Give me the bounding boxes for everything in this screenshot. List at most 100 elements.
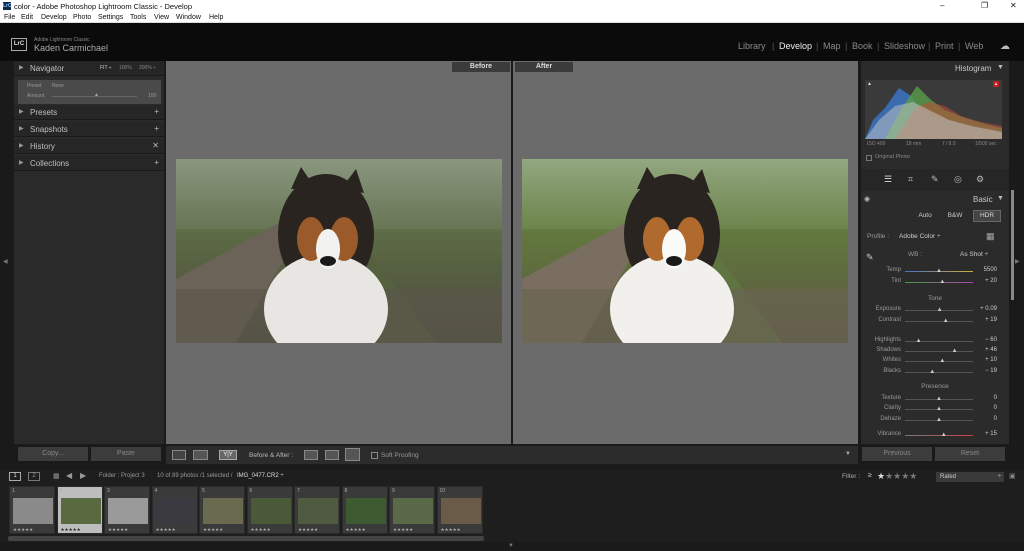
menu-window[interactable]: Window (176, 14, 201, 21)
menu-develop[interactable]: Develop (41, 14, 67, 21)
slider-thumb[interactable]: ▲ (936, 396, 942, 402)
filmstrip-thumbnail[interactable]: 8 ★★★★★ (341, 486, 388, 534)
hdr-button[interactable]: HDR (973, 210, 1001, 222)
slider-value[interactable]: + 20 (985, 278, 997, 284)
grid-view-icon[interactable]: ▦ (53, 472, 60, 480)
right-panel-toggle-icon[interactable]: ▶ (1015, 258, 1020, 265)
forward-arrow-icon[interactable]: ▶ (80, 471, 86, 480)
collections-header[interactable]: ▶ Collections + (14, 156, 164, 171)
add-snapshot-icon[interactable]: + (154, 124, 159, 133)
slider-value[interactable]: + 46 (985, 347, 997, 353)
before-after-mode[interactable]: Y|Y (219, 450, 237, 460)
module-map[interactable]: Map (823, 41, 841, 51)
back-arrow-icon[interactable]: ◀ (66, 471, 72, 480)
maximize-button[interactable]: ❐ (981, 1, 988, 10)
copy-before-to-after-icon[interactable] (304, 450, 318, 460)
zoom-200[interactable]: 200% ÷ (139, 65, 156, 71)
zoom-100[interactable]: 100% (119, 65, 132, 71)
history-header[interactable]: ▶ History ✕ (14, 139, 164, 154)
previous-button[interactable]: Previous (862, 447, 932, 461)
edit-sliders-icon[interactable]: ☰ (884, 174, 892, 185)
filmstrip-thumbnail[interactable]: 7 ★★★★★ (294, 486, 340, 534)
before-after-icon[interactable] (193, 450, 208, 460)
original-photo-checkbox[interactable] (866, 155, 872, 161)
menu-help[interactable]: Help (209, 14, 223, 21)
page-1-button[interactable]: 1 (9, 472, 21, 481)
wb-eyedropper-icon[interactable]: ✎ (866, 252, 874, 263)
copy-after-to-before-icon[interactable] (325, 450, 339, 460)
wb-select[interactable]: As Shot ÷ (960, 251, 988, 258)
selected-filename[interactable]: IMG_0477.CR2 ÷ (237, 473, 284, 479)
auto-button[interactable]: Auto (911, 210, 939, 222)
reset-button[interactable]: Reset (935, 447, 1005, 461)
module-slideshow[interactable]: Slideshow (884, 41, 925, 51)
filmstrip-thumbnail[interactable]: 2 ★★★★★ (56, 486, 103, 534)
slider-value[interactable]: − 60 (985, 337, 997, 343)
slider-value[interactable]: 0 (994, 405, 997, 411)
page-2-button[interactable]: 2 (28, 472, 40, 481)
crop-icon[interactable]: ⌗ (908, 174, 913, 185)
filmstrip-scrollbar[interactable] (8, 536, 484, 541)
menu-view[interactable]: View (154, 14, 169, 21)
panel-switch-icon[interactable]: ◉ (864, 195, 870, 203)
add-collection-icon[interactable]: + (154, 158, 159, 167)
module-print[interactable]: Print (935, 41, 954, 51)
slider-value[interactable]: + 19 (985, 317, 997, 323)
presets-header[interactable]: ▶ Presets + (14, 105, 164, 120)
left-panel-toggle-icon[interactable]: ◀ (3, 258, 8, 265)
copy-button[interactable]: Copy... (18, 447, 88, 461)
filter-lock-icon[interactable]: ▣ (1009, 472, 1016, 480)
slider-value[interactable]: − 19 (985, 368, 997, 374)
red-eye-icon[interactable]: ◎ (954, 174, 962, 185)
cloud-icon[interactable]: ☁ (1000, 41, 1010, 52)
slider-thumb[interactable]: ▲ (916, 338, 922, 344)
histogram-collapse-icon[interactable]: ▼ (997, 64, 1004, 71)
basic-collapse-icon[interactable]: ▼ (997, 195, 1004, 202)
slider-thumb[interactable]: ▲ (929, 369, 935, 375)
slider-value[interactable]: + 15 (985, 431, 997, 437)
slider-thumb[interactable]: ▲ (939, 358, 945, 364)
slider-thumb[interactable]: ▲ (939, 279, 945, 285)
slider-thumb[interactable]: ▲ (937, 307, 943, 313)
snapshots-header[interactable]: ▶ Snapshots + (14, 122, 164, 137)
slider-track[interactable] (905, 351, 973, 352)
slider-value[interactable]: 0 (994, 395, 997, 401)
paste-button[interactable]: Paste (91, 447, 161, 461)
menu-file[interactable]: File (4, 14, 15, 21)
highlight-clipping-icon[interactable]: ▲ (993, 81, 999, 87)
loupe-view-icon[interactable] (172, 450, 186, 460)
slider-value[interactable]: 5500 (984, 267, 997, 273)
slider-thumb[interactable]: ▲ (936, 406, 942, 412)
filmstrip-thumbnail[interactable]: 10 ★★★★★ (436, 486, 483, 534)
toolbar-menu-icon[interactable]: ▼ (845, 451, 851, 457)
filmstrip-thumbnail[interactable]: 3 ★★★★★ (104, 486, 150, 534)
right-panel-scrollbar[interactable] (1011, 190, 1014, 300)
close-button[interactable]: ✕ (1010, 1, 1017, 10)
zoom-fit[interactable]: FIT ÷ (100, 65, 112, 71)
menu-settings[interactable]: Settings (98, 14, 123, 21)
filmstrip-thumbnail[interactable]: 4 ★★★★★ (151, 486, 198, 534)
soft-proofing-checkbox[interactable] (371, 452, 378, 459)
rated-dropdown[interactable]: Rated ÷ (936, 472, 1004, 482)
source-label[interactable]: Folder : Project 3 (99, 473, 145, 479)
slider-thumb[interactable]: ▲ (943, 318, 949, 324)
menu-edit[interactable]: Edit (21, 14, 33, 21)
module-library[interactable]: Library (738, 41, 766, 51)
amount-slider-thumb[interactable]: ▲ (94, 92, 99, 98)
slider-thumb[interactable]: ▲ (936, 268, 942, 274)
add-preset-icon[interactable]: + (154, 107, 159, 116)
slider-value[interactable]: 0 (994, 416, 997, 422)
masking-icon[interactable]: ⚙ (976, 174, 984, 185)
filmstrip-thumbnail[interactable]: 9 ★★★★★ (389, 486, 435, 534)
navigator-header[interactable]: ▶ Navigator FIT ÷ 100% 200% ÷ (14, 61, 164, 76)
healing-brush-icon[interactable]: ✎ (931, 174, 939, 185)
filmstrip-toggle-icon[interactable]: ▼ (508, 543, 514, 549)
filmstrip-thumbnail[interactable]: 5 ★★★★★ (199, 486, 245, 534)
swap-before-after-icon[interactable] (345, 448, 360, 461)
rating-operator[interactable]: ≥ (868, 472, 872, 479)
filmstrip-thumbnail[interactable]: 1 ★★★★★ (9, 486, 55, 534)
module-web[interactable]: Web (965, 41, 983, 51)
clear-history-icon[interactable]: ✕ (152, 141, 159, 150)
slider-value[interactable]: + 10 (985, 357, 997, 363)
slider-value[interactable]: + 0.09 (980, 306, 997, 312)
